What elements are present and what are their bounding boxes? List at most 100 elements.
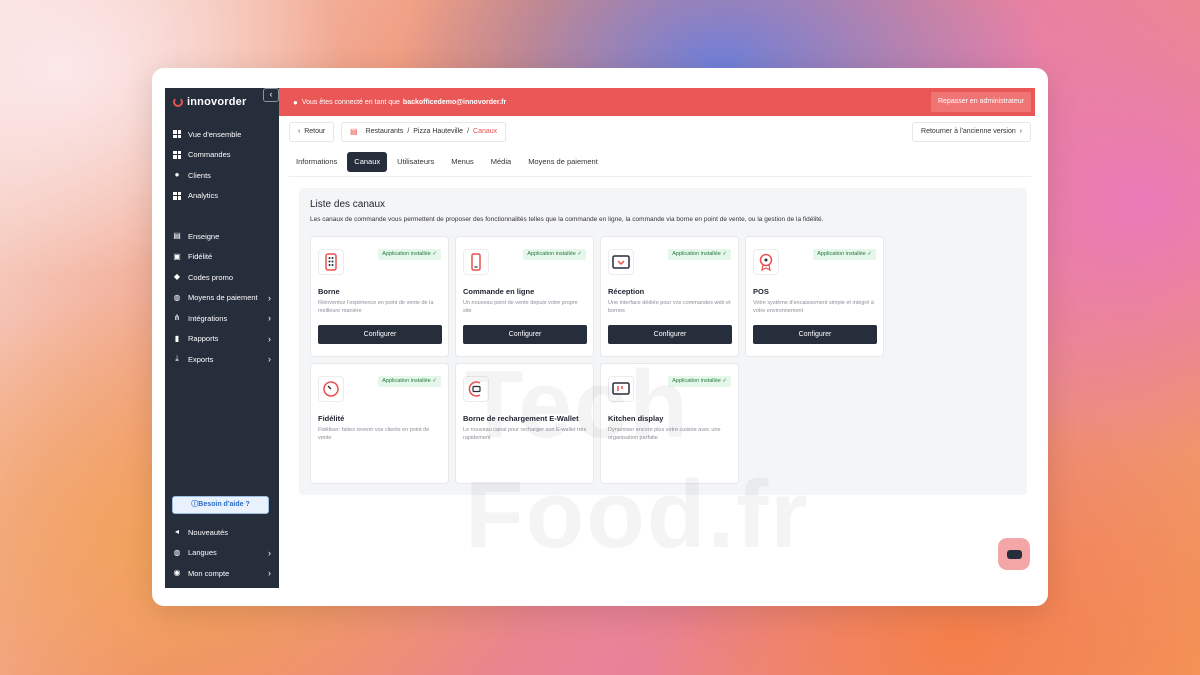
chevron-right-icon: › xyxy=(1019,128,1022,135)
sidebar-item-moyens-paiement[interactable]: ◍ Moyens de paiement › xyxy=(165,288,279,309)
globe-icon: ◍ xyxy=(173,547,181,557)
wallet-icon xyxy=(463,376,489,402)
channel-card-pos: Application installée ✓ POS Votre systèm… xyxy=(745,236,884,357)
sidebar-item-exports[interactable]: ⤓ Exports › xyxy=(165,349,279,370)
tab-moyens-paiement[interactable]: Moyens de paiement xyxy=(521,152,605,172)
channels-title: Liste des canaux xyxy=(310,199,386,210)
channel-title: Borne xyxy=(318,287,340,296)
sidebar-item-label: Codes promo xyxy=(188,272,234,282)
breadcrumb-restaurants[interactable]: Restaurants xyxy=(366,123,404,141)
configure-pos-button[interactable]: Configurer xyxy=(753,325,877,344)
channels-panel: Liste des canaux Les canaux de commande … xyxy=(299,188,1027,495)
breadcrumb-restaurant[interactable]: Pizza Hauteville xyxy=(413,123,463,141)
megaphone-icon: ◂ xyxy=(174,527,179,537)
channel-card-fidelite: Application installée ✓ Fidélité Fidélis… xyxy=(310,363,449,484)
installed-badge: Application installée ✓ xyxy=(378,249,441,260)
sidebar-item-analytics[interactable]: Analytics xyxy=(165,186,279,207)
sidebar-item-label: Analytics xyxy=(188,191,219,201)
installed-badge: Application installée ✓ xyxy=(668,249,731,260)
channel-title: Commande en ligne xyxy=(463,287,535,296)
channel-description: Dynamiser encore plus votre cuisine avec… xyxy=(608,427,721,441)
chat-icon xyxy=(1006,549,1022,559)
breadcrumb: ▤ Restaurants / Pizza Hauteville / Canau… xyxy=(341,122,507,142)
chevron-left-icon: ‹ xyxy=(269,89,273,99)
logo[interactable]: innovorder xyxy=(173,96,246,108)
sidebar-item-label: Enseigne xyxy=(188,231,220,241)
sidebar-item-fidelite[interactable]: ▣ Fidélité xyxy=(165,247,279,268)
sidebar-item-rapports[interactable]: ▮ Rapports › xyxy=(165,329,279,350)
download-icon: ⤓ xyxy=(175,354,179,364)
sidebar-item-label: Fidélité xyxy=(188,252,213,262)
old-version-label: Retourner à l'ancienne version xyxy=(921,128,1016,135)
sidebar: innovorder ‹ Vue d'ensemble Commandes ● … xyxy=(165,88,279,588)
back-button[interactable]: ‹ Retour xyxy=(289,122,335,142)
sidebar-item-enseigne[interactable]: ▤ Enseigne xyxy=(165,226,279,247)
sidebar-item-label: Intégrations xyxy=(188,313,228,323)
sidebar-item-label: Commandes xyxy=(188,150,231,160)
nav-bottom: ◂ Nouveautés ◍ Langues › ◉ Mon compte › xyxy=(165,522,279,584)
sidebar-item-label: Moyens de paiement xyxy=(188,293,258,303)
channels-description: Les canaux de commande vous permettent d… xyxy=(310,216,824,223)
chevron-right-icon: › xyxy=(268,568,271,578)
sidebar-item-mon-compte[interactable]: ◉ Mon compte › xyxy=(165,563,279,584)
app: innovorder ‹ Vue d'ensemble Commandes ● … xyxy=(165,88,1035,588)
sidebar-item-clients[interactable]: ● Clients xyxy=(165,165,279,186)
channel-card-kitchen-display: Application installée ✓ Kitchen display … xyxy=(600,363,739,484)
loyalty-icon xyxy=(318,376,344,402)
channel-title: Borne de rechargement E-Wallet xyxy=(463,414,579,423)
sidebar-item-label: Rapports xyxy=(188,334,219,344)
pos-icon xyxy=(753,249,779,275)
sidebar-item-commandes[interactable]: Commandes xyxy=(165,145,279,166)
channel-title: Kitchen display xyxy=(608,414,664,423)
help-button[interactable]: ⓘBesoin d'aide ? xyxy=(172,496,269,514)
kitchen-display-icon xyxy=(608,376,634,402)
old-version-button[interactable]: Retourner à l'ancienne version › xyxy=(912,122,1031,142)
toolbar: ‹ Retour ▤ Restaurants / Pizza Hautevill… xyxy=(289,122,1031,142)
sidebar-item-vue-ensemble[interactable]: Vue d'ensemble xyxy=(165,124,279,145)
banner-email: backofficedemo@innovorder.fr xyxy=(402,98,507,106)
channel-card-reception: Application installée ✓ Réception Une in… xyxy=(600,236,739,357)
channel-card-borne: Application installée ✓ Borne Réinventez… xyxy=(310,236,449,357)
sidebar-item-label: Exports xyxy=(188,354,214,364)
user-icon: ● xyxy=(293,97,298,107)
chevron-right-icon: › xyxy=(268,333,271,344)
sidebar-item-langues[interactable]: ◍ Langues › xyxy=(165,543,279,564)
channel-description: Une interface dédiée pour vos commandes … xyxy=(608,300,731,314)
channel-card-commande-en-ligne: Application installée ✓ Commande en lign… xyxy=(455,236,594,357)
tab-informations[interactable]: Informations xyxy=(289,152,344,172)
installed-badge: Application installée ✓ xyxy=(378,376,441,387)
sidebar-item-codes-promo[interactable]: ◆ Codes promo xyxy=(165,267,279,288)
tabs-divider xyxy=(289,176,1031,177)
configure-reception-button[interactable]: Configurer xyxy=(608,325,732,344)
main-content: ● Vous êtes connecté en tant que backoff… xyxy=(279,88,1035,588)
sidebar-item-integrations[interactable]: ⋔ Intégrations › xyxy=(165,308,279,329)
configure-borne-button[interactable]: Configurer xyxy=(318,325,442,344)
banner-text: Vous êtes connecté en tant que xyxy=(301,98,400,106)
sidebar-item-label: Nouveautés xyxy=(188,527,229,537)
tab-utilisateurs[interactable]: Utilisateurs xyxy=(390,152,441,172)
collapse-sidebar-button[interactable]: ‹ xyxy=(263,88,279,102)
grid-icon xyxy=(173,191,181,200)
sidebar-item-nouveautes[interactable]: ◂ Nouveautés xyxy=(165,522,279,543)
channel-title: POS xyxy=(753,287,769,296)
back-to-admin-button[interactable]: Repasser en administrateur xyxy=(931,92,1031,112)
tab-menus[interactable]: Menus xyxy=(444,152,481,172)
tab-canaux[interactable]: Canaux xyxy=(347,152,388,172)
tag-icon: ◆ xyxy=(173,272,181,282)
chevron-right-icon: › xyxy=(268,354,271,364)
sidebar-item-label: Mon compte xyxy=(188,568,230,578)
app-window: innovorder ‹ Vue d'ensemble Commandes ● … xyxy=(152,68,1048,606)
back-label: Retour xyxy=(304,128,326,135)
channel-description: Fidéliser: faites revenir vos clients en… xyxy=(318,427,430,441)
user-icon: ● xyxy=(174,170,180,180)
installed-badge: Application installée ✓ xyxy=(813,249,876,260)
chevron-right-icon: › xyxy=(268,547,271,558)
tab-media[interactable]: Média xyxy=(484,152,518,172)
chat-button[interactable] xyxy=(998,538,1030,570)
account-icon: ◉ xyxy=(173,568,181,578)
sidebar-item-label: Clients xyxy=(188,170,211,180)
configure-commande-en-ligne-button[interactable]: Configurer xyxy=(463,325,587,344)
breadcrumb-current: Canaux xyxy=(473,128,498,135)
channel-card-e-wallet: Borne de rechargement E-Wallet Le nouvea… xyxy=(455,363,594,484)
chevron-right-icon: › xyxy=(268,292,271,303)
